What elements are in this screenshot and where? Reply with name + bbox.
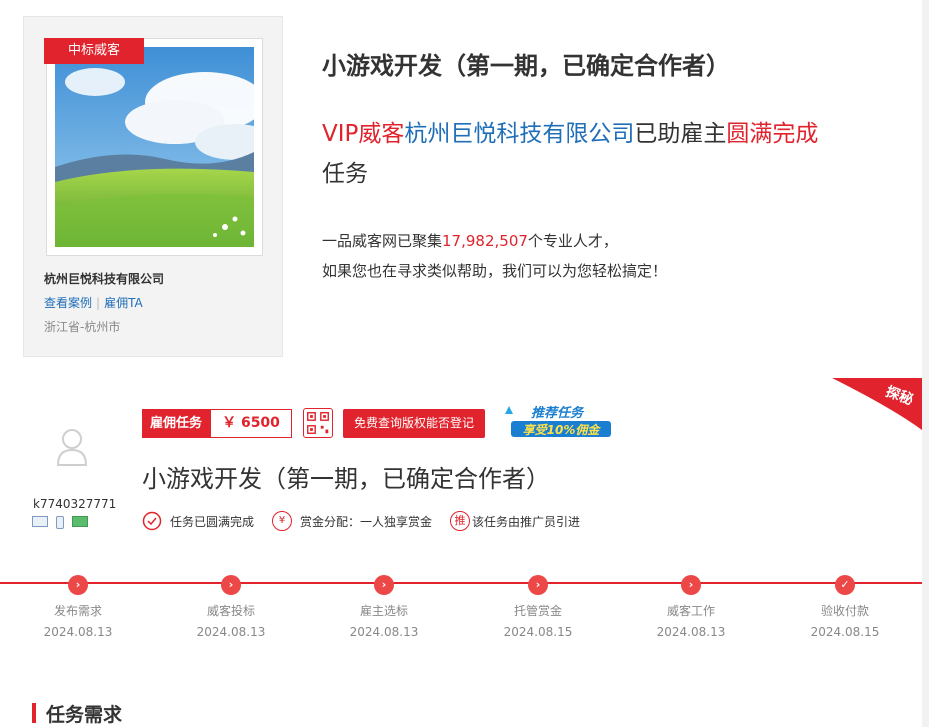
progress-step: › 托管赏金 2024.08.15	[478, 575, 598, 639]
vip-company-link[interactable]: 杭州巨悦科技有限公司	[404, 121, 634, 147]
vip-prefix: VIP威客	[322, 121, 405, 147]
chevron-right-icon: ›	[528, 575, 548, 595]
progress-step-label: 托管赏金	[513, 604, 562, 618]
stats-line2: 如果您也在寻求类似帮助，我们可以为您轻松搞定！	[322, 262, 668, 280]
stats-count: 17,982,507	[442, 232, 528, 250]
progress-step-date: 2024.08.13	[43, 625, 113, 639]
progress-step-label: 威客投标	[206, 604, 255, 618]
winner-links: 查看案例 | 雇佣TA	[44, 294, 143, 311]
progress-step-date: 2024.08.15	[810, 625, 880, 639]
progress-step: › 威客投标 2024.08.13	[171, 575, 291, 639]
progress-step-label: 威客工作	[666, 604, 715, 618]
progress-step: › 雇主选标 2024.08.13	[324, 575, 444, 639]
requirements-heading: 任务需求	[32, 702, 123, 726]
vip-statement: VIP威客杭州巨悦科技有限公司已助雇主圆满完成任务	[322, 114, 882, 194]
vip-done: 圆满完成	[726, 121, 819, 147]
progress-step: › 威客工作 2024.08.13	[631, 575, 751, 639]
headline-title: 小游戏开发（第一期，已确定合作者）	[322, 52, 730, 80]
heading-accent-bar	[32, 703, 36, 723]
progress-step-label: 验收付款	[820, 604, 869, 618]
progress-step: › 发布需求 2024.08.13	[18, 575, 138, 639]
task-section: k7740327771 雇佣任务 ￥ 6500 免费查询版权能否登记 推荐任务 …	[0, 378, 922, 727]
winner-location: 浙江省-杭州市	[44, 320, 121, 334]
chevron-right-icon: ›	[221, 575, 241, 595]
stats-text: 一品威客网已聚集17,982,507个专业人才， 如果您也在寻求类似帮助，我们可…	[322, 226, 667, 286]
view-cases-link[interactable]: 查看案例	[44, 296, 92, 310]
stats-prefix: 一品威客网已聚集	[322, 232, 443, 250]
chevron-right-icon: ›	[374, 575, 394, 595]
stats-suffix: 个专业人才，	[527, 232, 618, 250]
winner-tag: 中标威客	[44, 38, 144, 64]
check-icon: ✓	[835, 575, 855, 595]
vip-middle: 已助雇主	[634, 121, 727, 147]
vip-suffix: 任务	[322, 161, 368, 187]
progress-step-date: 2024.08.13	[656, 625, 726, 639]
progress-steps: › 发布需求 2024.08.13 › 威客投标 2024.08.13 › 雇主选标 2024.…	[0, 378, 922, 727]
link-separator: |	[96, 296, 101, 310]
progress-step-label: 雇主选标	[359, 604, 408, 618]
landscape-illustration	[55, 47, 254, 247]
winner-company-name[interactable]: 杭州巨悦科技有限公司	[44, 270, 164, 287]
winner-card: 中标威客 杭州巨悦科技有限公司 查看案例 | 雇佣TA 浙江省-杭州市	[23, 16, 283, 357]
progress-step-label: 发布需求	[53, 604, 102, 618]
progress-step-date: 2024.08.13	[349, 625, 419, 639]
winner-avatar-image[interactable]	[46, 38, 263, 256]
chevron-right-icon: ›	[68, 575, 88, 595]
requirements-heading-text: 任务需求	[46, 703, 123, 726]
progress-step: ✓ 验收付款 2024.08.15	[785, 575, 905, 639]
hire-link[interactable]: 雇佣TA	[104, 296, 143, 310]
progress-step-date: 2024.08.13	[196, 625, 266, 639]
chevron-right-icon: ›	[681, 575, 701, 595]
progress-step-date: 2024.08.15	[503, 625, 573, 639]
winner-section: 中标威客 杭州巨悦科技有限公司 查看案例 | 雇佣TA 浙江省-杭州市 小游戏开发（…	[0, 0, 922, 378]
